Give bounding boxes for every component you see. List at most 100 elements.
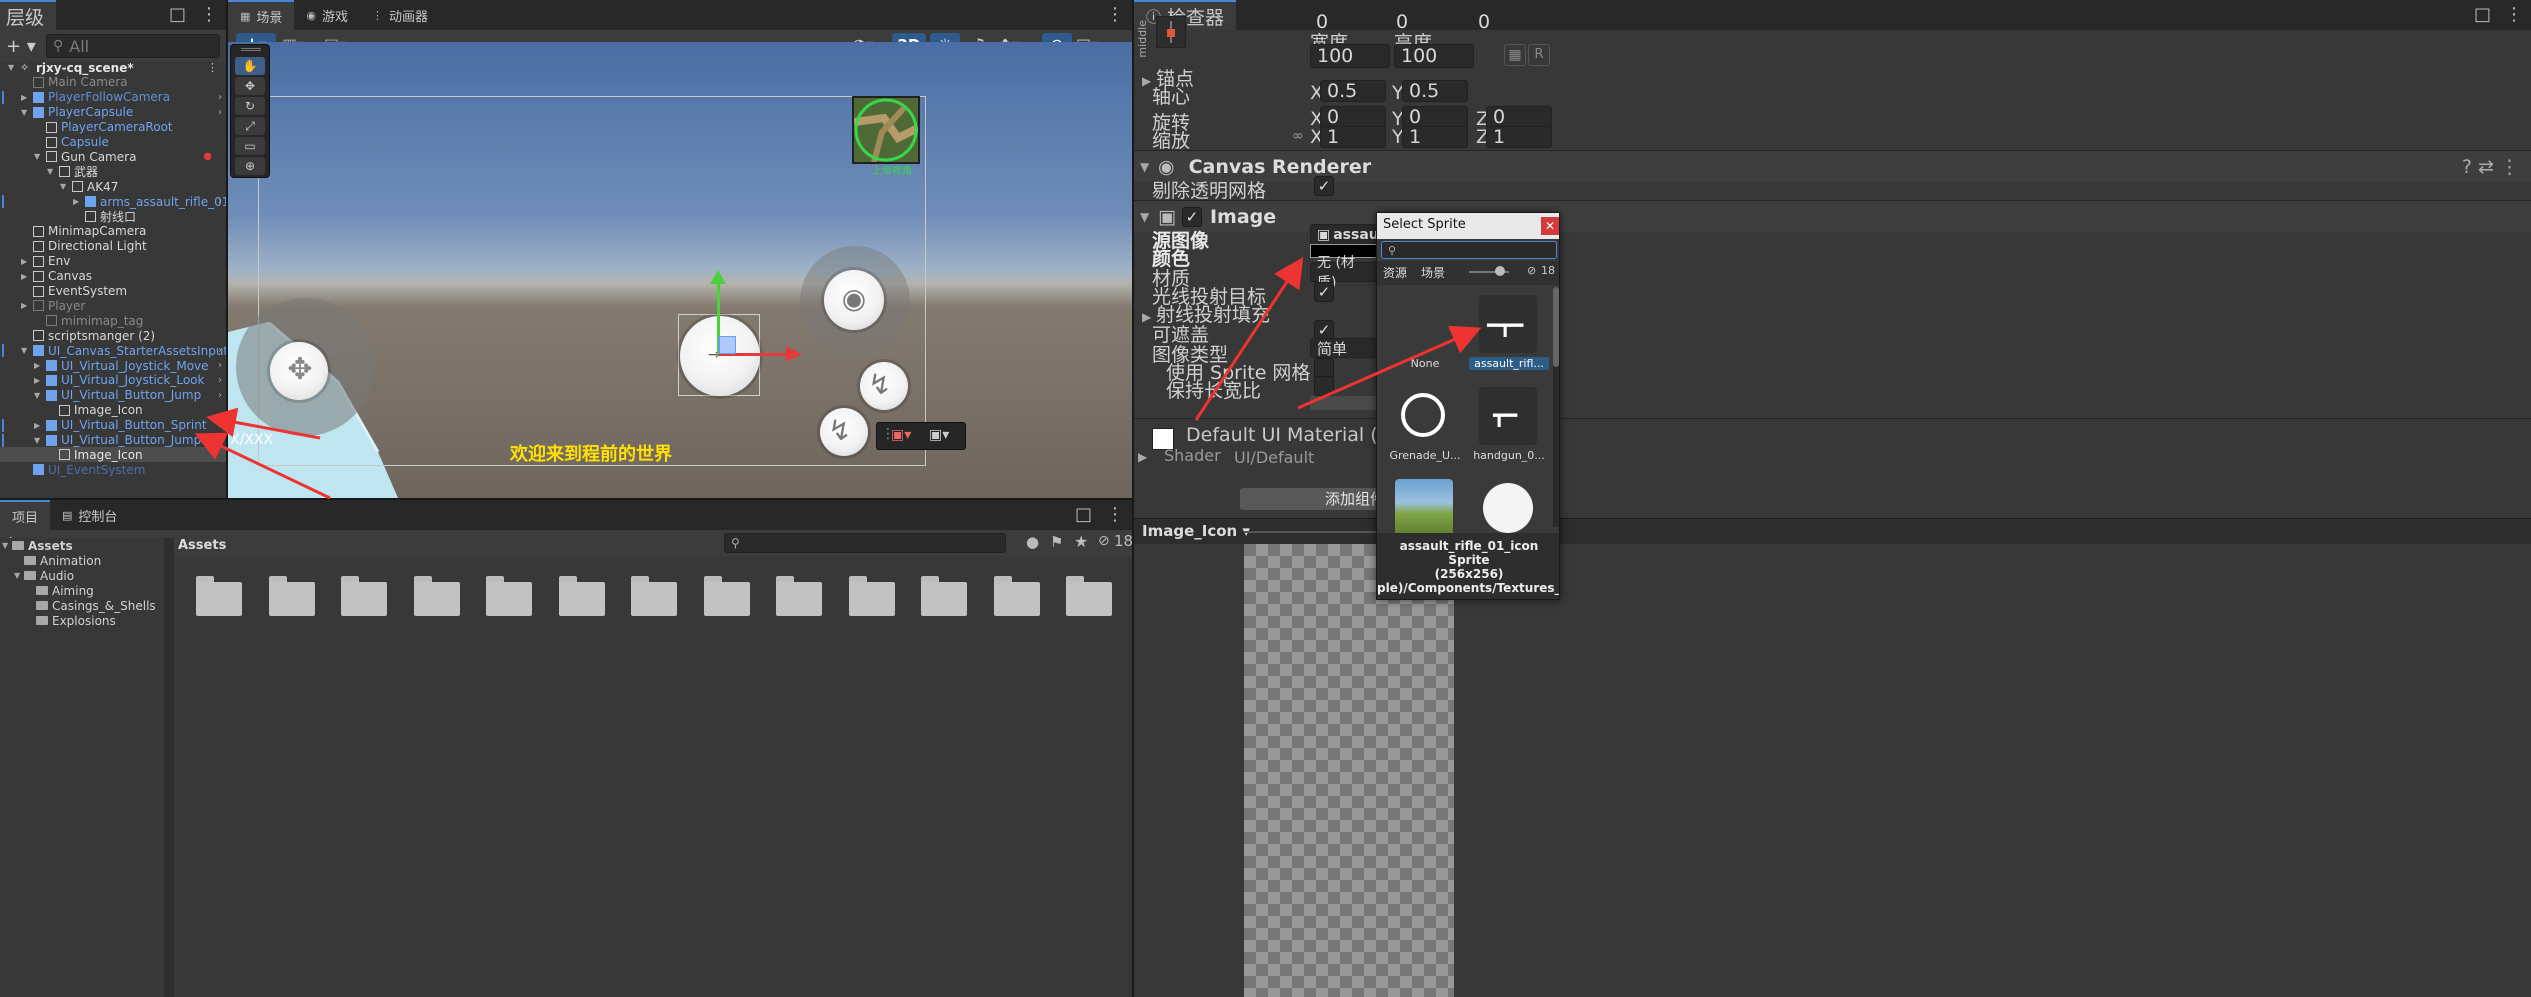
chevron-right-icon[interactable]: › [218, 107, 222, 118]
scene-viewport[interactable]: 上帝视角 ✥ ◉ → ↯ ↯ 欢迎来到程前的世界 X/XXX ⋮ ▣▾ ▣▾ [228, 42, 1132, 498]
lock-icon[interactable]: □ [169, 4, 186, 25]
hierarchy-item[interactable]: ▼ UI_Canvas_StarterAssetsInputs › [0, 343, 226, 358]
folder-icon[interactable] [1066, 576, 1114, 616]
project-folder-item[interactable]: Explosions [0, 613, 164, 628]
hierarchy-item[interactable]: ▶ Env [0, 254, 226, 269]
hidden-packages-icon[interactable]: ⊘ [1098, 533, 1110, 549]
zoom-slider-thumb[interactable] [1495, 266, 1505, 276]
hierarchy-item[interactable]: ▼ Gun Camera ● [0, 149, 226, 164]
pivot-y-field[interactable]: 0.5 [1402, 80, 1468, 102]
lock-icon[interactable]: □ [1075, 504, 1092, 525]
chevron-down-icon[interactable]: ▼ [60, 182, 72, 191]
hierarchy-item[interactable]: ▶ UI_Virtual_Button_Sprint › [0, 418, 226, 433]
search-by-type-icon[interactable]: ● [1026, 533, 1039, 551]
sprite-search-input[interactable]: ⚲ [1381, 241, 1557, 259]
chevron-right-icon[interactable]: ▶ [34, 361, 46, 370]
folder-icon[interactable] [921, 576, 969, 616]
sprite-scrollbar[interactable] [1553, 287, 1559, 527]
chevron-right-icon[interactable]: ▶ [34, 376, 46, 385]
global-dropdown[interactable]: ▣▾ [929, 427, 949, 443]
hierarchy-item[interactable]: UI_EventSystem [0, 462, 226, 477]
transform-tool-icon[interactable]: ⊕ [235, 157, 265, 175]
chevron-down-icon[interactable]: ▼ [34, 391, 46, 400]
hierarchy-item[interactable]: ▼ UI_Virtual_Button_Jump › [0, 388, 226, 403]
anchor-preset-button[interactable] [1156, 16, 1186, 48]
kebab-menu-icon[interactable]: ⋮ [207, 61, 218, 74]
blueprint-mode-button[interactable]: ▦ [1504, 44, 1526, 66]
rotate-tool-icon[interactable]: ↻ [235, 97, 265, 115]
move-tool-icon[interactable]: ✥ [235, 77, 265, 95]
tab-scene[interactable]: 场景 [1421, 264, 1445, 281]
folder-icon[interactable] [993, 576, 1042, 616]
kebab-menu-icon[interactable]: ⋮ [2505, 4, 2523, 25]
hand-tool-icon[interactable]: ✋ [235, 57, 265, 75]
hierarchy-item[interactable]: ▶ PlayerFollowCamera › [0, 90, 226, 105]
kebab-menu-icon[interactable]: ⋮ [1106, 504, 1124, 525]
hierarchy-item[interactable]: ▶ arms_assault_rifle_01 › [0, 194, 226, 209]
project-tree-scrollbar[interactable] [164, 538, 174, 997]
sprite-item[interactable]: ┳━ handgun_0... [1469, 383, 1549, 471]
rect-tool-icon[interactable]: ▭ [235, 137, 265, 155]
cull-transparent-checkbox[interactable]: ✓ [1314, 176, 1334, 196]
tab-animator[interactable]: ⋮ 动画器 [360, 0, 440, 30]
scale-y-field[interactable]: 1 [1402, 126, 1468, 148]
preview-dropdown[interactable]: Image_Icon ▾ [1142, 522, 1250, 540]
hierarchy-item[interactable]: ▼ PlayerCapsule › [0, 105, 226, 120]
sprite-item[interactable]: ━┳━ assault_rifl... [1469, 291, 1549, 379]
scrollbar-thumb[interactable] [1553, 287, 1559, 367]
hierarchy-item[interactable]: ▶ Player [0, 298, 226, 313]
favorite-icon[interactable]: ★ [1074, 532, 1088, 551]
source-image-field[interactable]: ▣ assault_r [1310, 224, 1404, 246]
rot-z-field[interactable]: 0 [1486, 106, 1552, 128]
component-actions-icon[interactable]: ? ⇄ ⋮ [2462, 156, 2519, 178]
project-folder-item[interactable]: Aiming [0, 583, 164, 598]
chevron-down-icon[interactable]: ▼ [2, 541, 12, 550]
hierarchy-item[interactable]: Directional Light [0, 239, 226, 254]
kebab-menu-icon[interactable]: ⋮ [1106, 4, 1124, 25]
lock-icon[interactable]: □ [2474, 4, 2491, 25]
tab-hierarchy[interactable]: 层级 [0, 0, 57, 30]
hierarchy-item[interactable]: scriptsmanger (2) [0, 328, 226, 343]
chevron-right-icon[interactable]: › [218, 345, 222, 356]
hierarchy-item[interactable]: 射线口 [0, 209, 226, 224]
hierarchy-item[interactable]: ▼ 武器 [0, 164, 226, 179]
project-folder-item[interactable]: Animation [0, 553, 164, 568]
project-folder-item[interactable]: ▼ Assets [0, 538, 164, 553]
folder-icon[interactable] [196, 576, 244, 616]
raycast-target-checkbox[interactable]: ✓ [1314, 282, 1334, 302]
chevron-right-icon[interactable]: › [218, 92, 222, 103]
chevron-down-icon[interactable]: ▼ [14, 571, 24, 580]
chevron-right-icon[interactable]: ▶ [21, 272, 33, 281]
pivot-x-field[interactable]: 0.5 [1320, 80, 1386, 102]
folder-icon[interactable] [776, 576, 824, 616]
chevron-right-icon[interactable]: ▶ [21, 301, 33, 310]
chevron-down-icon[interactable]: ▼ [21, 108, 33, 117]
image-type-dropdown[interactable]: 简单 [1310, 338, 1380, 358]
folder-icon[interactable] [413, 576, 462, 616]
tools-drag-handle[interactable] [241, 48, 261, 51]
sprite-item[interactable]: None [1385, 291, 1465, 379]
close-icon[interactable]: ✕ [1541, 217, 1559, 235]
tab-console[interactable]: ▤ 控制台 [50, 500, 129, 530]
folder-icon[interactable] [341, 576, 389, 616]
project-folder-item[interactable]: ▼ Audio [0, 568, 164, 583]
pivot-dropdown[interactable]: ▣▾ [891, 427, 911, 443]
folder-icon[interactable] [631, 576, 679, 616]
hierarchy-item[interactable]: Image_Icon [0, 403, 226, 418]
chevron-down-icon[interactable]: ▼ [21, 346, 33, 355]
raw-edit-button[interactable]: R [1528, 44, 1550, 66]
chevron-right-icon[interactable]: ▶ [34, 421, 46, 430]
chevron-down-icon[interactable]: ▼ [34, 436, 46, 445]
hierarchy-item[interactable]: ▼ ✧ rjxy-cq_scene* ⋮ [0, 60, 226, 75]
sprite-item[interactable]: Grenade_U... [1385, 383, 1465, 471]
hierarchy-item[interactable]: MinimapCamera [0, 224, 226, 239]
hierarchy-item[interactable]: Capsule [0, 135, 226, 150]
use-sprite-mesh-checkbox[interactable] [1314, 358, 1334, 378]
scale-tool-icon[interactable]: ⤢ [235, 117, 265, 135]
scale-z-field[interactable]: 1 [1486, 126, 1552, 148]
preserve-aspect-checkbox[interactable] [1314, 376, 1334, 396]
chevron-right-icon[interactable]: › [218, 390, 222, 401]
add-object-button[interactable]: + ▾ [6, 36, 40, 57]
folder-icon[interactable] [848, 576, 897, 616]
search-by-label-icon[interactable]: ⚑ [1050, 533, 1063, 551]
